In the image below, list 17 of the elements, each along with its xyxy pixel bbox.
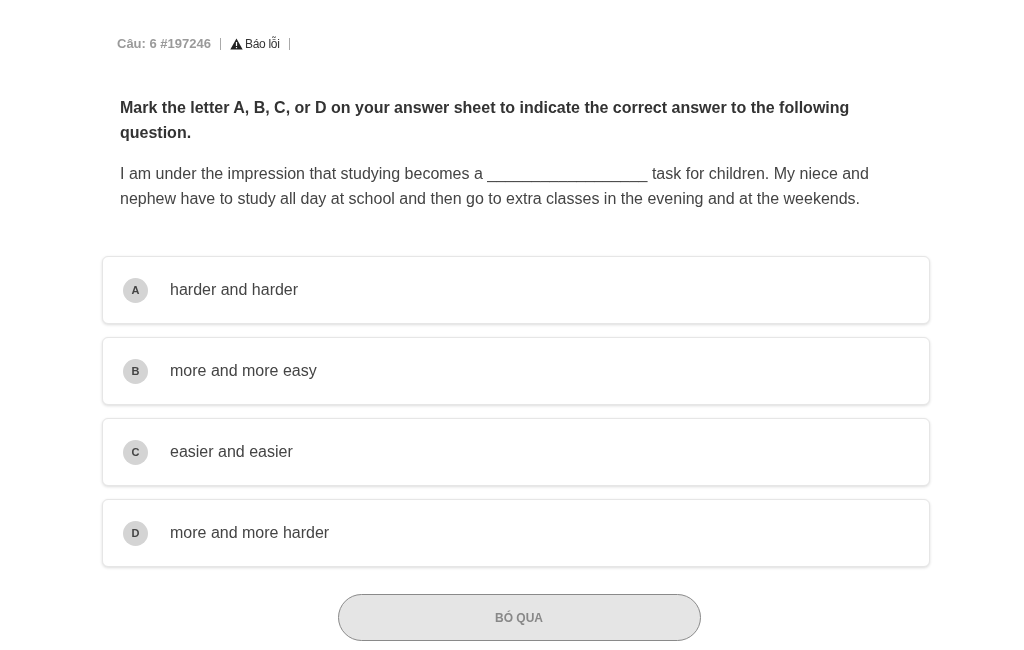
option-letter: A [123,277,148,303]
option-text: more and more easy [170,361,317,381]
question-text: I am under the impression that studying becomes a __________________ task for children. My niece and nephew have to study all day at school and then go to extra classes in the evening and at the weekends. [120,164,870,209]
option-letter: B [123,358,148,384]
option-text: easier and easier [170,442,293,462]
answer-option[interactable]: A harder and harder [102,256,930,324]
answer-option[interactable]: C easier and easier [102,418,930,486]
question-number: Câu: 6 #197246 [117,34,211,53]
option-text: harder and harder [170,280,299,300]
option-text: more and more harder [170,523,330,543]
answer-option[interactable]: D more and more harder [102,499,930,567]
warning-icon [229,37,243,50]
option-letter: C [123,439,148,465]
report-error-link[interactable]: Báo lỗi [244,34,280,53]
instruction-text: Mark the letter A, B, C, or D on your answer sheet to indicate the correct answer to the following question. [120,98,851,143]
option-letter: D [123,520,148,546]
answer-option[interactable]: B more and more easy [102,337,930,405]
